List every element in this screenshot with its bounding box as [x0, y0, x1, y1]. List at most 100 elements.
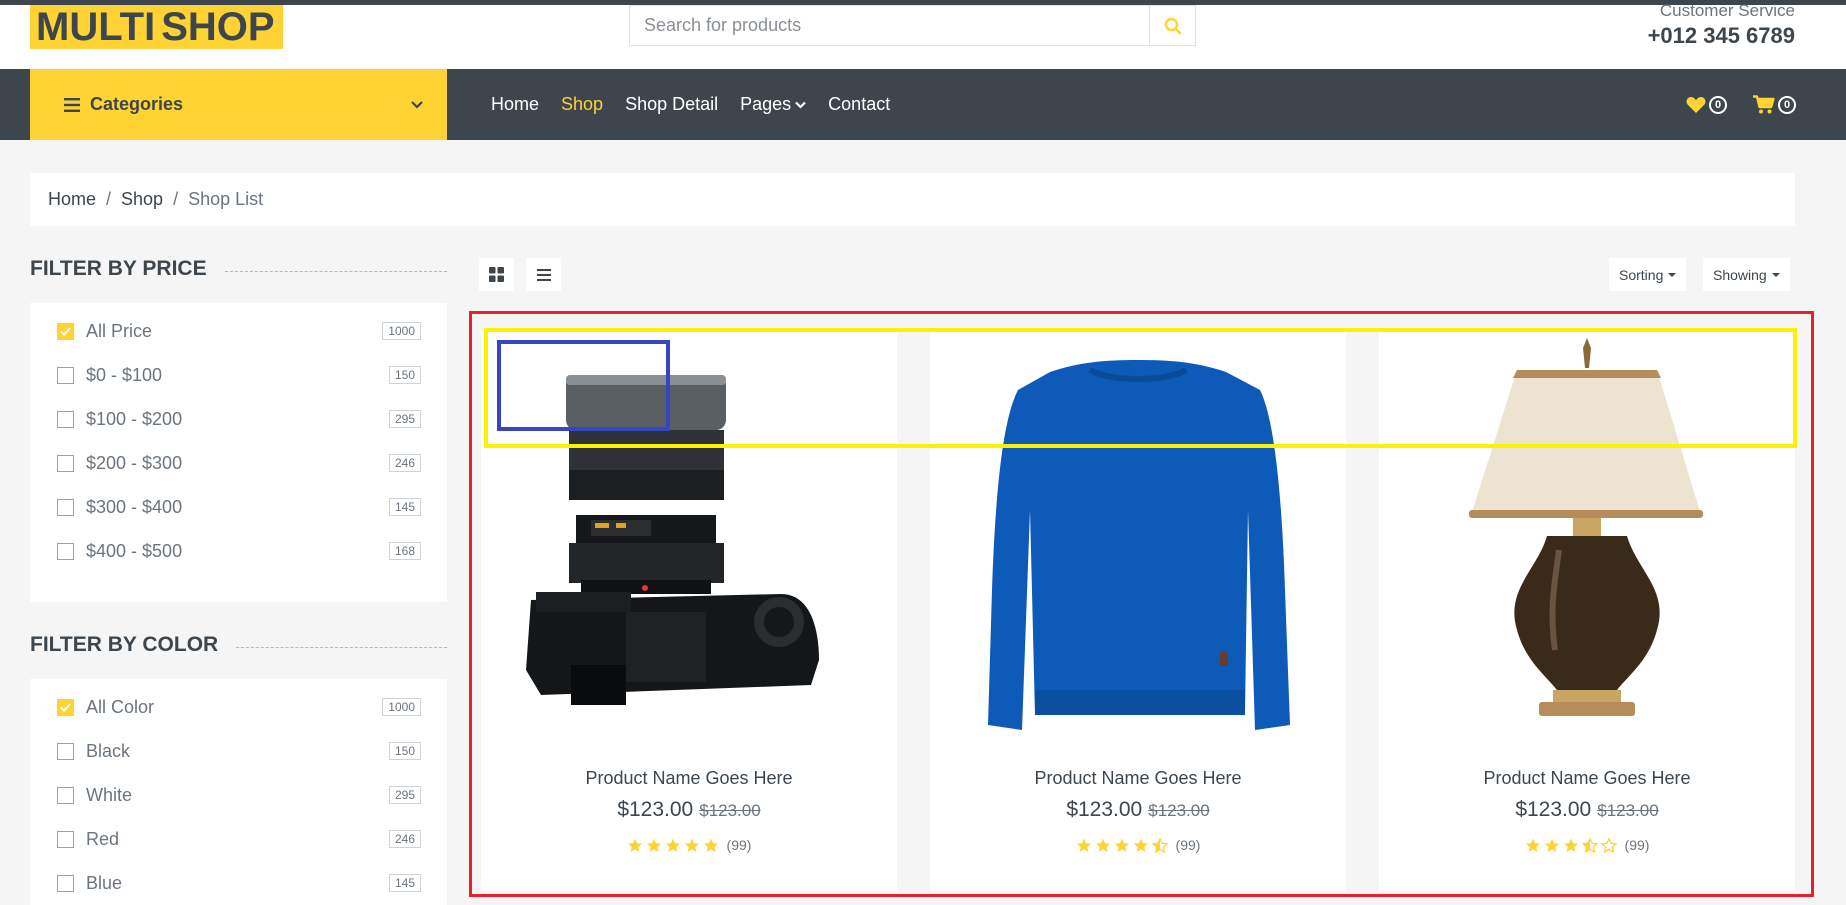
- grid-icon: [489, 267, 504, 282]
- checkbox[interactable]: [57, 410, 74, 428]
- search-input[interactable]: [630, 6, 1149, 45]
- check-icon: [60, 326, 71, 336]
- search-icon: [1164, 17, 1181, 34]
- color-filter-option-count: 150: [388, 742, 421, 760]
- color-filter-option-label: Black: [86, 740, 131, 761]
- divider: [224, 270, 447, 272]
- list-icon: [536, 268, 551, 281]
- categories-label: Categories: [90, 94, 184, 114]
- nav-pages-label: Pages: [740, 94, 792, 114]
- sorting-label: Sorting: [1619, 266, 1664, 283]
- cart-icon: [1753, 95, 1775, 114]
- checkbox[interactable]: [57, 786, 74, 804]
- price-filter-option-label: $300 - $400: [86, 496, 183, 517]
- color-filter-option-label: All Color: [86, 696, 155, 717]
- price-filter-option-count: 246: [388, 454, 421, 472]
- wishlist-button[interactable]: 0: [1686, 95, 1727, 114]
- customer-service-label: Customer Service: [1659, 1, 1795, 20]
- search-button[interactable]: [1149, 6, 1195, 45]
- check-icon: [60, 702, 71, 712]
- highlight-image-corner: [497, 340, 670, 431]
- chevron-down-icon: [411, 100, 423, 109]
- checkbox[interactable]: [57, 322, 74, 340]
- checkbox[interactable]: [57, 874, 74, 892]
- color-filter-option[interactable]: Black 150: [57, 729, 421, 773]
- color-filter-option-count: 1000: [382, 698, 421, 716]
- wishlist-count: 0: [1709, 95, 1727, 114]
- breadcrumb-current: Shop List: [188, 189, 264, 209]
- header: MULTI SHOP Customer Service +012 345 678…: [0, 1, 1846, 69]
- showing-label: Showing: [1713, 266, 1767, 283]
- color-filter-option[interactable]: All Color 1000: [57, 685, 421, 729]
- checkbox[interactable]: [57, 830, 74, 848]
- checkbox[interactable]: [57, 542, 74, 560]
- cart-button[interactable]: 0: [1753, 95, 1796, 114]
- color-filter-option[interactable]: Red 246: [57, 817, 421, 861]
- sorting-dropdown[interactable]: Sorting: [1609, 258, 1687, 291]
- showing-dropdown[interactable]: Showing: [1703, 258, 1790, 291]
- chevron-down-icon: [795, 101, 806, 109]
- nav-shop-detail[interactable]: Shop Detail: [625, 94, 718, 115]
- price-filter-option-label: $100 - $200: [86, 408, 183, 429]
- price-filter-option-count: 145: [388, 498, 421, 516]
- cart-count: 0: [1778, 95, 1796, 114]
- breadcrumb-separator: /: [106, 189, 112, 209]
- price-filter-option-count: 150: [388, 366, 421, 384]
- checkbox[interactable]: [57, 742, 74, 760]
- price-filter-option[interactable]: $200 - $300 246: [57, 441, 421, 485]
- breadcrumb-separator: /: [173, 189, 179, 209]
- price-filter-option[interactable]: $400 - $500 168: [57, 529, 421, 573]
- color-filter-option-count: 295: [388, 786, 421, 804]
- checkbox[interactable]: [57, 454, 74, 472]
- color-filter-option-count: 145: [388, 874, 421, 892]
- main-menu: Home Shop Shop Detail Pages Contact: [491, 69, 912, 140]
- price-filter-option-label: $200 - $300: [86, 452, 183, 473]
- checkbox[interactable]: [57, 366, 74, 384]
- logo-part2: SHOP: [161, 5, 283, 49]
- customer-service: Customer Service +012 345 6789: [1648, 1, 1795, 51]
- navbar: Categories Home Shop Shop Detail Pages C…: [0, 69, 1846, 140]
- filter-price-title: Filter by price: [30, 257, 207, 280]
- price-filter-option[interactable]: All Price 1000: [57, 309, 421, 353]
- heart-icon: [1686, 96, 1706, 113]
- color-filter-option-count: 246: [388, 830, 421, 848]
- caret-icon: [1668, 272, 1677, 277]
- filter-price-heading: Filter by price: [30, 257, 447, 281]
- menu-icon: [64, 97, 80, 112]
- nav-home[interactable]: Home: [491, 94, 539, 115]
- filter-price-box: All Price 1000 $0 - $100 150 $100 - $200 295 $…: [30, 303, 447, 602]
- color-filter-option[interactable]: Blue 145: [57, 861, 421, 905]
- caret-icon: [1771, 272, 1780, 277]
- checkbox[interactable]: [57, 698, 74, 716]
- color-filter-option-label: Blue: [86, 872, 123, 893]
- nav-pages[interactable]: Pages: [740, 94, 806, 115]
- filter-color-heading: Filter by color: [30, 633, 447, 657]
- logo-part1: MULTI: [30, 5, 162, 49]
- breadcrumb: Home / Shop / Shop List: [30, 173, 1795, 226]
- price-filter-option[interactable]: $100 - $200 295: [57, 397, 421, 441]
- nav-icons: 0 0: [1660, 69, 1796, 140]
- breadcrumb-home[interactable]: Home: [48, 189, 96, 210]
- categories-toggle[interactable]: Categories: [30, 69, 447, 140]
- price-filter-option-label: All Price: [86, 320, 153, 341]
- filter-color-title: Filter by color: [30, 633, 219, 656]
- customer-service-phone: +012 345 6789: [1647, 23, 1795, 48]
- price-filter-option-count: 295: [388, 410, 421, 428]
- search-bar: [629, 5, 1196, 46]
- nav-shop[interactable]: Shop: [561, 94, 603, 115]
- divider: [236, 646, 447, 648]
- logo[interactable]: MULTI SHOP: [30, 5, 283, 49]
- price-filter-option[interactable]: $300 - $400 145: [57, 485, 421, 529]
- color-filter-option[interactable]: White 295: [57, 773, 421, 817]
- price-filter-option-label: $400 - $500: [86, 540, 183, 561]
- filter-color-box: All Color 1000 Black 150 White 295 Red 246 Blue 1…: [30, 679, 447, 905]
- breadcrumb-shop[interactable]: Shop: [121, 189, 163, 210]
- highlight-image-row: [484, 328, 1797, 448]
- grid-view-button[interactable]: [479, 258, 514, 291]
- list-view-button[interactable]: [526, 258, 561, 291]
- price-filter-option[interactable]: $0 - $100 150: [57, 353, 421, 397]
- price-filter-option-label: $0 - $100: [86, 364, 163, 385]
- nav-contact[interactable]: Contact: [828, 94, 890, 115]
- checkbox[interactable]: [57, 498, 74, 516]
- price-filter-option-count: 168: [388, 542, 421, 560]
